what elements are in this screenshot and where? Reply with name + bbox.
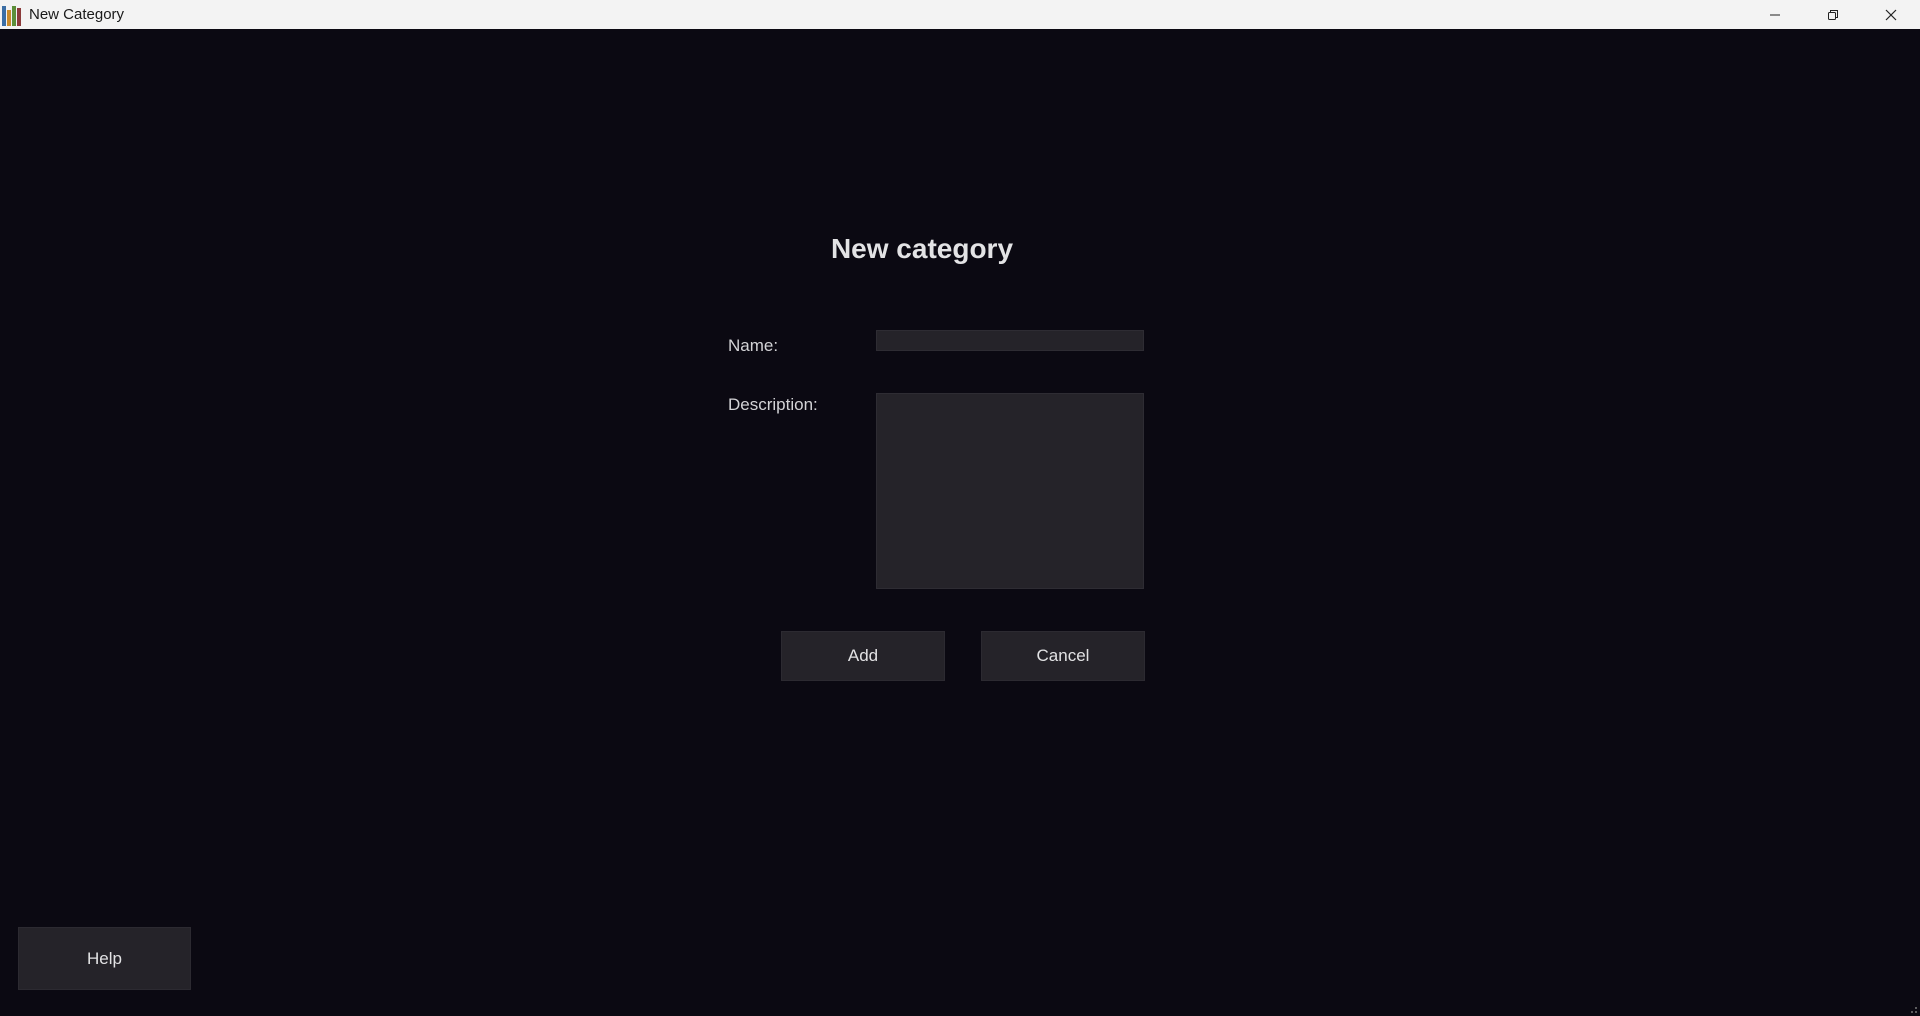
window-title: New Category (29, 6, 125, 23)
description-input[interactable] (876, 393, 1144, 589)
close-icon (1885, 9, 1897, 20)
restore-button[interactable] (1804, 0, 1862, 29)
resize-grip-icon[interactable] (1908, 1004, 1918, 1014)
page-title: New category (830, 233, 1014, 264)
minimize-icon (1770, 14, 1780, 15)
close-button[interactable] (1862, 0, 1920, 29)
dialog-content: New category Name: Description: Add Canc… (0, 29, 1920, 1016)
title-bar[interactable]: New Category (0, 0, 1920, 29)
minimize-button[interactable] (1746, 0, 1804, 29)
help-button[interactable]: Help (18, 927, 191, 990)
app-books-icon (2, 4, 24, 26)
add-button[interactable]: Add (781, 631, 945, 681)
restore-icon (1828, 9, 1838, 20)
cancel-button[interactable]: Cancel (981, 631, 1145, 681)
window-controls (1746, 0, 1920, 29)
name-input[interactable] (876, 330, 1144, 351)
description-label: Description: (728, 395, 818, 414)
name-label: Name: (728, 336, 779, 355)
